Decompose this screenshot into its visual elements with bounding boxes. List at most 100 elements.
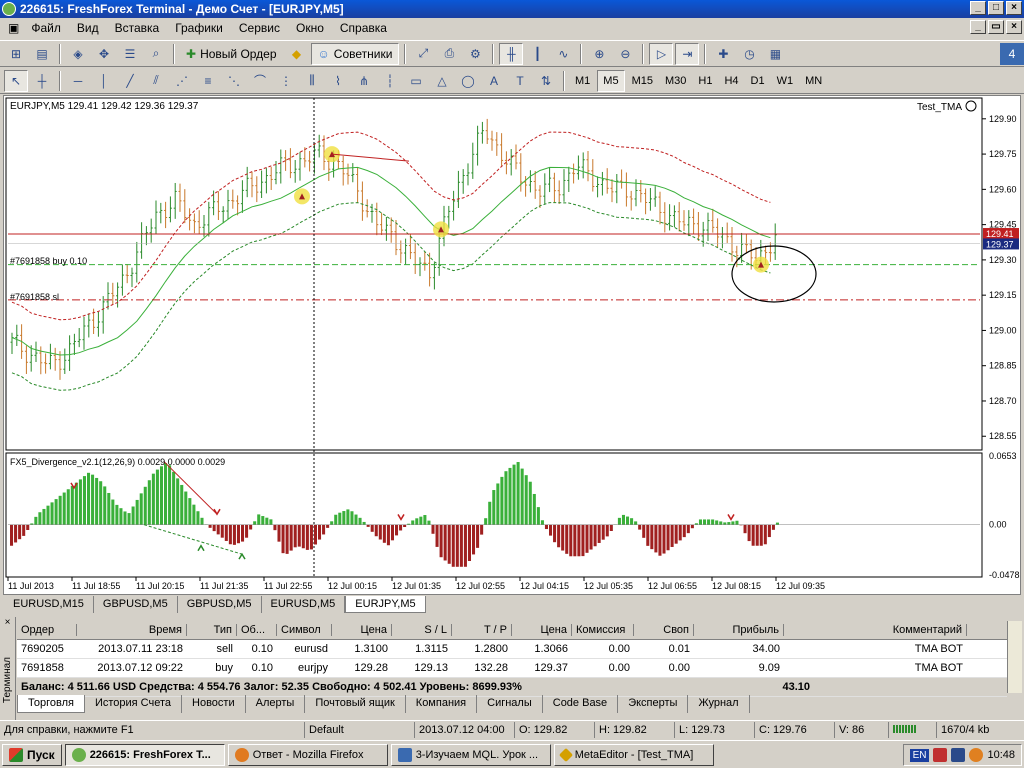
timeframe-h1[interactable]: H1	[693, 70, 717, 92]
tray-app-icon[interactable]	[969, 748, 984, 762]
triangle-icon[interactable]: △	[430, 70, 454, 92]
profiles-icon[interactable]: ▤	[30, 43, 54, 65]
chart-tab-gbpusd-m5-b[interactable]: GBPUSD,M5	[178, 596, 262, 613]
start-button[interactable]: Пуск	[2, 743, 62, 766]
col-comment[interactable]: Комментарий	[784, 624, 967, 636]
taskbar-item-terminal[interactable]: 226615: FreshForex T...	[64, 743, 225, 766]
gann-icon[interactable]: ⋰	[170, 70, 194, 92]
taskbar-item-metaeditor[interactable]: MetaEditor - [Test_TMA]	[553, 743, 714, 766]
menu-tools[interactable]: Сервис	[231, 18, 288, 38]
cursor-icon[interactable]: ↖	[4, 69, 28, 92]
periods-icon[interactable]: ◷	[737, 43, 761, 65]
timeframe-m30[interactable]: M30	[660, 70, 691, 92]
templates-icon[interactable]: ▦	[763, 43, 787, 65]
menu-help[interactable]: Справка	[332, 18, 395, 38]
tab-alerts[interactable]: Алерты	[246, 695, 306, 713]
arrows-icon[interactable]: ⇅	[534, 70, 558, 92]
text-icon[interactable]: A	[482, 70, 506, 92]
tab-signals[interactable]: Сигналы	[477, 695, 543, 713]
taskbar-item-mql-lesson[interactable]: 3-Изучаем MQL. Урок ...	[390, 743, 551, 766]
tab-code-base[interactable]: Code Base	[543, 695, 619, 713]
trendline-icon[interactable]: ╱	[118, 70, 142, 92]
menu-insert[interactable]: Вставка	[107, 18, 168, 38]
col-swap[interactable]: Своп	[634, 624, 694, 636]
data-window-icon[interactable]: ☰	[118, 43, 142, 65]
tray-app-icon[interactable]	[951, 748, 966, 762]
experts-button[interactable]: ☺ Советники	[310, 42, 400, 65]
fibo-arcs-icon[interactable]: ⌒	[248, 70, 272, 92]
close-button[interactable]: ×	[1006, 1, 1022, 15]
timeframe-w1[interactable]: W1	[772, 70, 799, 92]
chart-tab-eurjpy-m5[interactable]: EURJPY,M5	[345, 596, 426, 613]
col-commission[interactable]: Комиссия	[572, 624, 634, 636]
timeframe-m15[interactable]: M15	[627, 70, 658, 92]
new-order-button[interactable]: ✚ Новый Ордер	[180, 43, 283, 65]
chart-shift-icon[interactable]: ⇥	[675, 42, 700, 65]
channel-icon[interactable]: ⫽	[144, 70, 168, 92]
col-order[interactable]: Ордер	[17, 624, 77, 636]
zoom-in-icon[interactable]: ⊕	[587, 43, 611, 65]
timeframe-h4[interactable]: H4	[719, 70, 743, 92]
status-profile[interactable]: Default	[304, 721, 414, 738]
tab-journal[interactable]: Журнал	[688, 695, 750, 713]
tab-trade[interactable]: Торговля	[17, 695, 85, 713]
zoom-out-icon[interactable]: ⊖	[613, 43, 637, 65]
col-type[interactable]: Тип	[187, 624, 237, 636]
tab-account-history[interactable]: История Счета	[85, 695, 183, 713]
crosshair-icon[interactable]: ┼	[30, 70, 54, 92]
navigator-icon[interactable]: ✥	[92, 43, 116, 65]
col-price[interactable]: Цена	[332, 624, 392, 636]
elliott-icon[interactable]: ⌇	[326, 70, 350, 92]
market-watch-icon[interactable]: ◈	[66, 43, 90, 65]
menu-file[interactable]: Файл	[23, 18, 69, 38]
price-chart[interactable]: 129.90129.75129.60129.45129.30129.15129.…	[4, 96, 1020, 594]
chart-tab-eurusd-m5[interactable]: EURUSD,M5	[262, 596, 346, 613]
mdi-restore-button[interactable]: ▭	[988, 20, 1004, 34]
andrews-icon[interactable]: ⋔	[352, 70, 376, 92]
menu-charts[interactable]: Графики	[167, 18, 231, 38]
minimize-button[interactable]: _	[970, 1, 986, 15]
new-chart-icon[interactable]: ⊞	[4, 43, 28, 65]
line-chart-icon[interactable]: ∿	[551, 43, 575, 65]
strategy-tester-icon[interactable]: ⌕	[144, 43, 168, 65]
col-sl[interactable]: S / L	[392, 624, 452, 636]
table-row[interactable]: 7690205 2013.07.11 23:18 sell 0.10 eurus…	[17, 640, 1007, 659]
ellipse-icon[interactable]: ◯	[456, 70, 480, 92]
col-volume[interactable]: Об...	[237, 624, 277, 636]
col-time[interactable]: Время	[77, 624, 187, 636]
col-symbol[interactable]: Символ	[277, 624, 332, 636]
fibo-channel-icon[interactable]: ⫼	[300, 70, 324, 92]
timeframe-m5[interactable]: M5	[597, 69, 625, 92]
col-tp[interactable]: T / P	[452, 624, 512, 636]
terminal-scrollbar[interactable]	[1007, 621, 1022, 693]
candlestick-icon[interactable]: ┃	[525, 43, 549, 65]
vertical-line-icon[interactable]: │	[92, 70, 116, 92]
chart-window[interactable]: 129.90 129.75 129.60 129.45 129.30 129.15 129.…	[3, 95, 1021, 595]
fullscreen-icon[interactable]: ⤢	[411, 43, 435, 65]
tab-experts[interactable]: Эксперты	[618, 695, 689, 713]
horizontal-line-icon[interactable]: ─	[66, 70, 90, 92]
col-current-price[interactable]: Цена	[512, 624, 572, 636]
indicators-icon[interactable]: ✚	[711, 43, 735, 65]
table-row[interactable]: 7691858 2013.07.12 09:22 buy 0.10 eurjpy…	[17, 659, 1007, 678]
cycle-lines-icon[interactable]: ┆	[378, 70, 402, 92]
chart-tab-eurusd-m15[interactable]: EURUSD,M15	[4, 596, 94, 613]
timeframe-mn[interactable]: MN	[800, 70, 827, 92]
notifications-icon[interactable]: 4	[1000, 42, 1024, 65]
fibo-fan-icon[interactable]: ⋱	[222, 70, 246, 92]
bar-chart-icon[interactable]: ╫	[499, 42, 524, 65]
fibo-icon[interactable]: ≡	[196, 70, 220, 92]
autoscroll-icon[interactable]: ▷	[649, 42, 674, 65]
metaeditor-icon[interactable]: ◆	[285, 43, 309, 65]
terminal-close-icon[interactable]: ×	[0, 617, 15, 628]
tab-company[interactable]: Компания	[406, 695, 478, 713]
timeframe-d1[interactable]: D1	[746, 70, 770, 92]
timeframe-m1[interactable]: M1	[570, 70, 595, 92]
print-icon[interactable]: ⎙	[437, 43, 461, 65]
chart-window-icon[interactable]: ▣	[4, 18, 23, 38]
chart-tab-gbpusd-m5-a[interactable]: GBPUSD,M5	[94, 596, 178, 613]
tray-app-icon[interactable]	[933, 748, 948, 762]
taskbar-item-firefox[interactable]: Ответ - Mozilla Firefox	[227, 743, 388, 766]
mdi-minimize-button[interactable]: _	[970, 20, 986, 34]
menu-view[interactable]: Вид	[69, 18, 107, 38]
